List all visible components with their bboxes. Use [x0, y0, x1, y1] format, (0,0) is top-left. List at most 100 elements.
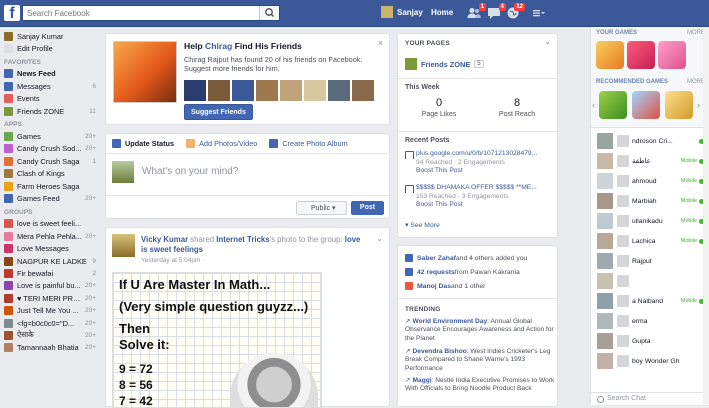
facebook-logo-icon[interactable]: f	[4, 5, 20, 22]
friend-thumbnail[interactable]	[184, 80, 206, 101]
search-input[interactable]	[23, 6, 258, 20]
sidebar-item[interactable]: ऐसाके 20+	[0, 329, 100, 341]
chat-contact-name: a Nalband	[632, 297, 663, 305]
sidebar-item[interactable]: Love Messages	[0, 242, 100, 254]
source-link[interactable]: Internet Tricks	[216, 235, 269, 244]
suggest-friends-button[interactable]: Suggest Friends	[184, 104, 253, 120]
friend-thumbnail[interactable]	[352, 80, 374, 101]
actor-link[interactable]: Vicky Kumar	[141, 235, 188, 244]
trending-item[interactable]: ↗ Maggi: Nestlé India Executive Promises …	[405, 377, 555, 394]
post-button[interactable]: Post	[351, 201, 384, 215]
privacy-selector[interactable]: Public ▾	[296, 201, 347, 215]
friend-thumbnail[interactable]	[304, 80, 326, 101]
sidebar-item[interactable]: Games Feed 20+	[0, 192, 100, 204]
candy-crush-soda-game-icon[interactable]	[658, 41, 686, 69]
chat-contact[interactable]: boy Wonder Gh	[591, 351, 709, 371]
settings-button[interactable]	[533, 9, 545, 17]
story-photo[interactable]: If U Are Master In Math... (Very simple …	[112, 272, 322, 408]
friend-thumbnail[interactable]	[328, 80, 350, 101]
avatar[interactable]	[112, 234, 135, 257]
post-link[interactable]: $$$$$ DHAMAKA OFFER $$$$$ **ME...	[405, 184, 555, 193]
chat-contact[interactable]	[591, 271, 709, 291]
search-button[interactable]	[259, 6, 279, 20]
friend-thumbnail[interactable]	[256, 80, 278, 101]
sidebar-item[interactable]: Fir bewafai 2	[0, 267, 100, 279]
friend-requests-button[interactable]: 1	[467, 3, 486, 20]
trending-item[interactable]: ↗ World Environment Day: Annual Global Ob…	[405, 318, 555, 343]
scrollbar[interactable]	[703, 27, 709, 404]
chevron-down-icon[interactable]: ⌄	[544, 37, 551, 46]
friend-added-notice[interactable]: Saber Zahaf and 4 others added you	[405, 254, 527, 262]
sidebar-item[interactable]: Sanjay Kumar	[0, 30, 100, 42]
sidebar-item-label: Clash of Kings	[17, 169, 65, 179]
recommended-game-icon[interactable]	[665, 91, 693, 119]
sidebar-item[interactable]: Candy Crush Saga 1	[0, 155, 100, 167]
chevron-left-icon[interactable]: ‹	[592, 100, 595, 110]
candy-crush-game-icon[interactable]	[627, 41, 655, 69]
post-reach-stat[interactable]: 8 Post Reach	[482, 97, 552, 118]
chat-contact[interactable]: ahmoud Mobile	[591, 171, 709, 191]
boost-post-link[interactable]: Boost This Post	[405, 167, 555, 176]
chat-contact[interactable]: عاطفة Mobile	[591, 151, 709, 171]
chat-contact[interactable]: Marbiah Mobile	[591, 191, 709, 211]
messages-button[interactable]: 4	[487, 3, 506, 20]
chat-search-input[interactable]: Search Chat	[591, 392, 709, 405]
page-link[interactable]: Friends ZONE 5	[405, 58, 484, 70]
tab-add-photos[interactable]: Add Photos/Video	[186, 139, 257, 148]
clash-of-kings-game-icon[interactable]	[596, 41, 624, 69]
chat-contact[interactable]: ullanikadu Mobile	[591, 211, 709, 231]
chat-contact[interactable]: Gupta	[591, 331, 709, 351]
home-link[interactable]: Home	[431, 8, 453, 17]
timestamp[interactable]: Yesterday at 5:04pm ·	[141, 257, 204, 264]
sidebar-item[interactable]: Tamannaah Bhatia 20+	[0, 342, 100, 354]
chat-contact[interactable]: Lachica Mobile	[591, 231, 709, 251]
sidebar-item[interactable]: Edit Profile	[0, 42, 100, 54]
chevron-down-icon[interactable]: ⌄	[376, 234, 383, 243]
post-link[interactable]: plus.google.com/u/0/b/1071213028479...	[405, 150, 555, 159]
trending-item[interactable]: ↗ Devendra Bishoo: West Indies Cricketer'…	[405, 348, 555, 373]
sidebar-item[interactable]: ♥ TERI MERI PRE... 20+	[0, 292, 100, 304]
chat-contact-name: ahmoud	[632, 177, 657, 185]
see-more-link[interactable]: ▾ See More	[405, 221, 440, 229]
sidebar-item[interactable]: Farm Heroes Saga	[0, 180, 100, 192]
close-icon[interactable]: ×	[378, 38, 383, 48]
sidebar-item[interactable]: Mera Pehla Pehla... 20+	[0, 230, 100, 242]
composer-tabs: Update Status Add Photos/Video Create Ph…	[106, 134, 389, 154]
profile-link[interactable]: Sanjay	[381, 6, 423, 18]
friend-name-link[interactable]: Chirag	[205, 41, 232, 51]
search-box[interactable]	[22, 5, 280, 21]
sidebar-item[interactable]: Love is painful bu... 20+	[0, 280, 100, 292]
friend-thumbnail[interactable]	[280, 80, 302, 101]
sidebar-item[interactable]: Messages 6	[0, 80, 100, 92]
sidebar-item[interactable]: Friends ZONE 11	[0, 105, 100, 117]
recommended-game-icon[interactable]	[599, 91, 627, 119]
sidebar-item[interactable]: News Feed	[0, 68, 100, 80]
photo-text: (Very simple question guyzz...)	[119, 299, 309, 314]
friend-thumbnail[interactable]	[208, 80, 230, 101]
status-composer: Update Status Add Photos/Video Create Ph…	[105, 133, 390, 219]
status-input[interactable]: What's on your mind?	[142, 166, 238, 177]
sidebar-item[interactable]: <fg=b0c0c0="D... 20+	[0, 317, 100, 329]
page-likes-stat[interactable]: 0 Page Likes	[404, 97, 474, 118]
sidebar-item[interactable]: Just Tell Me You ... 20+	[0, 304, 100, 316]
pokes-notice[interactable]: Manoj Das and 1 other	[405, 282, 485, 290]
boost-post-link[interactable]: Boost This Post	[405, 201, 555, 210]
sidebar-item[interactable]: love is sweet feeli...	[0, 218, 100, 230]
chat-contact[interactable]: ndroson Cri...	[591, 131, 709, 151]
notifications-button[interactable]: 12	[506, 3, 525, 20]
tab-update-status[interactable]: Update Status	[112, 139, 174, 148]
friend-photo[interactable]	[113, 41, 177, 103]
chevron-right-icon[interactable]: ›	[697, 100, 700, 110]
tab-create-album[interactable]: Create Photo Album	[269, 139, 348, 148]
sidebar-item[interactable]: Games 20+	[0, 130, 100, 142]
sidebar-item[interactable]: Candy Crush Sod... 20+	[0, 143, 100, 155]
chat-contact[interactable]: a Nalband Mobile	[591, 291, 709, 311]
friend-thumbnail[interactable]	[232, 80, 254, 101]
game-requests-notice[interactable]: 42 requests from Pawan Kakrania	[405, 268, 520, 276]
recommended-game-icon[interactable]	[632, 91, 660, 119]
sidebar-item[interactable]: Clash of Kings	[0, 168, 100, 180]
chat-contact[interactable]: Rajput	[591, 251, 709, 271]
sidebar-item[interactable]: Events	[0, 93, 100, 105]
chat-contact[interactable]: erma	[591, 311, 709, 331]
sidebar-item[interactable]: NAGPUR KE LADKE 9	[0, 255, 100, 267]
